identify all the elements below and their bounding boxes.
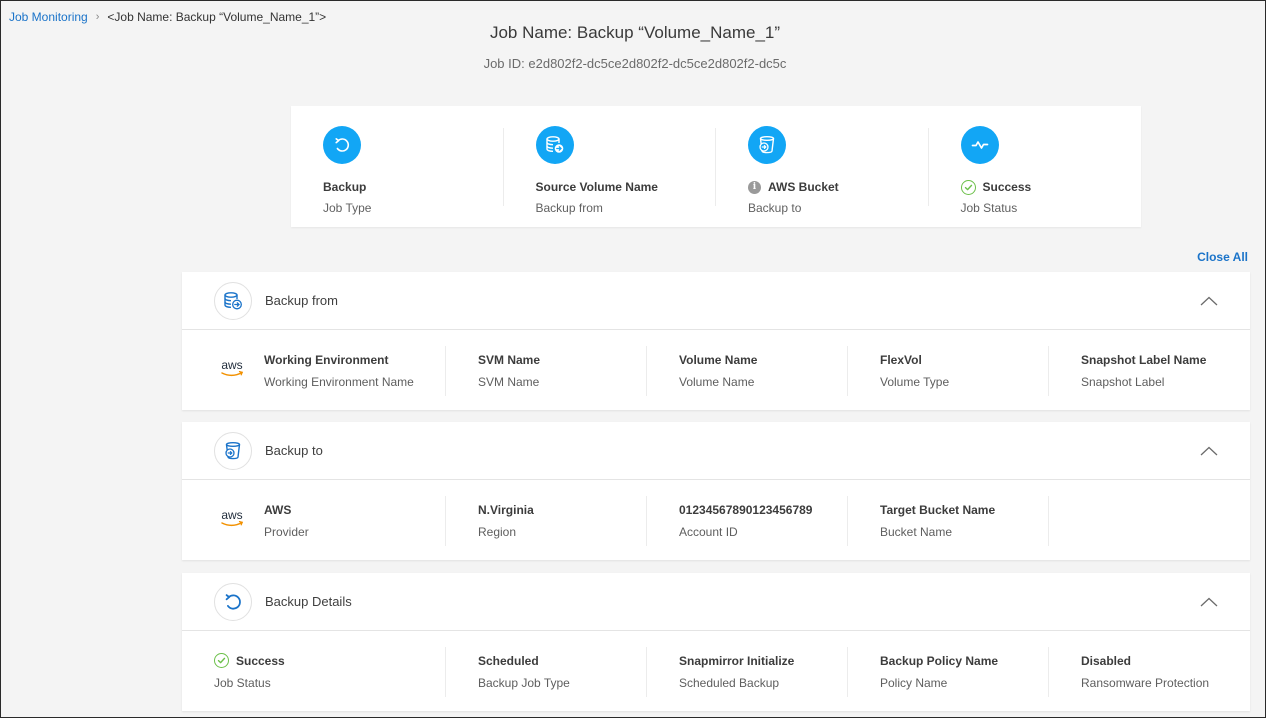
field-label: Job Status bbox=[214, 676, 271, 690]
summary-label: Job Status bbox=[960, 201, 1018, 215]
field-label: Region bbox=[478, 525, 517, 539]
field-value: SVM Name bbox=[478, 352, 541, 367]
aws-logo-text: aws bbox=[221, 508, 242, 522]
job-summary-card: Backup Job Type Source Volume Name Backu… bbox=[291, 106, 1141, 227]
field-value: Snapshot Label Name bbox=[1081, 352, 1207, 367]
summary-source-volume: Source Volume Name Backup from bbox=[504, 106, 717, 227]
check-circle-icon bbox=[960, 179, 976, 195]
breadcrumb-job-monitoring-link[interactable]: Job Monitoring bbox=[9, 10, 88, 24]
field-label: Working Environment Name bbox=[264, 375, 414, 389]
summary-value: AWS Bucket bbox=[768, 180, 839, 194]
field-value bbox=[1081, 502, 1250, 517]
field-svm: SVM Name SVM Name bbox=[446, 346, 647, 396]
field-label: Scheduled Backup bbox=[679, 676, 780, 690]
field-value: AWS bbox=[264, 502, 292, 517]
field-label: Volume Type bbox=[880, 375, 950, 389]
field-value: 01234567890123456789 bbox=[679, 502, 813, 517]
field-label: Account ID bbox=[679, 525, 738, 539]
field-value: Scheduled bbox=[478, 653, 539, 668]
field-value: FlexVol bbox=[880, 352, 922, 367]
bucket-arrow-icon bbox=[748, 126, 786, 164]
chevron-up-icon[interactable] bbox=[1200, 442, 1218, 460]
aws-logo-text: aws bbox=[221, 358, 242, 372]
close-all-button[interactable]: Close All bbox=[1197, 250, 1248, 264]
section-header[interactable]: Backup to bbox=[182, 422, 1250, 480]
section-body: aws Working Environment Working Environm… bbox=[182, 330, 1250, 410]
field-value: Success bbox=[236, 653, 285, 668]
backup-restore-icon bbox=[214, 582, 252, 621]
summary-label: Backup to bbox=[748, 201, 802, 215]
field-value: Volume Name bbox=[679, 352, 758, 367]
field-working-environment: aws Working Environment Working Environm… bbox=[182, 346, 446, 396]
summary-label: Backup from bbox=[535, 201, 603, 215]
section-title: Backup to bbox=[265, 443, 323, 458]
summary-value: Success bbox=[982, 180, 1032, 194]
field-backup-job-type: Scheduled Backup Job Type bbox=[446, 647, 647, 697]
summary-job-status: Success Job Status bbox=[929, 106, 1142, 227]
section-title: Backup from bbox=[265, 293, 338, 308]
info-icon[interactable]: i bbox=[748, 180, 761, 194]
field-value: Disabled bbox=[1081, 653, 1132, 668]
field-snapshot-label: Snapshot Label Name Snapshot Label bbox=[1049, 346, 1250, 396]
section-title: Backup Details bbox=[265, 594, 352, 609]
field-volume-type: FlexVol Volume Type bbox=[848, 346, 1049, 396]
field-value: Snapmirror Initialize bbox=[679, 653, 795, 668]
aws-logo-icon: aws bbox=[221, 358, 244, 377]
chevron-up-icon[interactable] bbox=[1200, 292, 1218, 310]
section-body: Success Job Status Scheduled Backup Job … bbox=[182, 631, 1250, 711]
field-account-id: 01234567890123456789 Account ID bbox=[647, 496, 848, 546]
field-scheduled-backup: Snapmirror Initialize Scheduled Backup bbox=[647, 647, 848, 697]
field-bucket-name: Target Bucket Name Bucket Name bbox=[848, 496, 1049, 546]
page-title: Job Name: Backup “Volume_Name_1” bbox=[489, 23, 781, 42]
section-backup-from: Backup from aws Working Environment Work… bbox=[182, 272, 1250, 410]
field-empty bbox=[1049, 496, 1250, 546]
field-label: SVM Name bbox=[478, 375, 540, 389]
aws-logo-icon: aws bbox=[221, 508, 244, 527]
field-policy-name: Backup Policy Name Policy Name bbox=[848, 647, 1049, 697]
chevron-up-icon[interactable] bbox=[1200, 593, 1218, 611]
field-ransomware-protection: Disabled Ransomware Protection bbox=[1049, 647, 1250, 697]
field-label: Ransomware Protection bbox=[1081, 676, 1210, 690]
activity-pulse-icon bbox=[960, 126, 999, 164]
check-circle-icon bbox=[214, 653, 229, 668]
section-body: aws AWS Provider N.Virginia Region 01234… bbox=[182, 480, 1250, 560]
field-job-status: Success Job Status bbox=[182, 647, 446, 697]
field-provider: aws AWS Provider bbox=[182, 496, 446, 546]
database-arrow-icon bbox=[535, 126, 574, 164]
field-volume: Volume Name Volume Name bbox=[647, 346, 848, 396]
summary-value: Backup bbox=[323, 180, 367, 194]
breadcrumb: Job Monitoring › <Job Name: Backup “Volu… bbox=[9, 10, 326, 24]
database-arrow-icon bbox=[214, 281, 252, 320]
summary-aws-bucket: i AWS Bucket Backup to bbox=[716, 106, 929, 227]
summary-job-type: Backup Job Type bbox=[291, 106, 504, 227]
job-id: Job ID: e2d802f2-dc5ce2d802f2-dc5ce2d802… bbox=[483, 56, 787, 71]
field-value: Working Environment bbox=[264, 352, 389, 367]
breadcrumb-separator-icon: › bbox=[95, 11, 100, 23]
backup-restore-icon bbox=[323, 126, 361, 164]
field-label: Volume Name bbox=[679, 375, 755, 389]
bucket-arrow-icon bbox=[214, 431, 252, 470]
field-label: Snapshot Label bbox=[1081, 375, 1165, 389]
summary-value: Source Volume Name bbox=[535, 180, 658, 194]
field-label: Bucket Name bbox=[880, 525, 953, 539]
section-header[interactable]: Backup from bbox=[182, 272, 1250, 330]
field-value: N.Virginia bbox=[478, 502, 534, 517]
field-value: Backup Policy Name bbox=[880, 653, 999, 668]
summary-label: Job Type bbox=[323, 201, 372, 215]
field-label: Backup Job Type bbox=[478, 676, 570, 690]
breadcrumb-current: <Job Name: Backup “Volume_Name_1”> bbox=[107, 10, 327, 24]
field-label: Policy Name bbox=[880, 676, 948, 690]
section-backup-details: Backup Details Success Job Status Schedu… bbox=[182, 573, 1250, 711]
field-region: N.Virginia Region bbox=[446, 496, 647, 546]
field-label: Provider bbox=[264, 525, 309, 539]
section-backup-to: Backup to aws AWS Provider N.Virginia Re… bbox=[182, 422, 1250, 560]
section-header[interactable]: Backup Details bbox=[182, 573, 1250, 631]
field-value: Target Bucket Name bbox=[880, 502, 996, 517]
